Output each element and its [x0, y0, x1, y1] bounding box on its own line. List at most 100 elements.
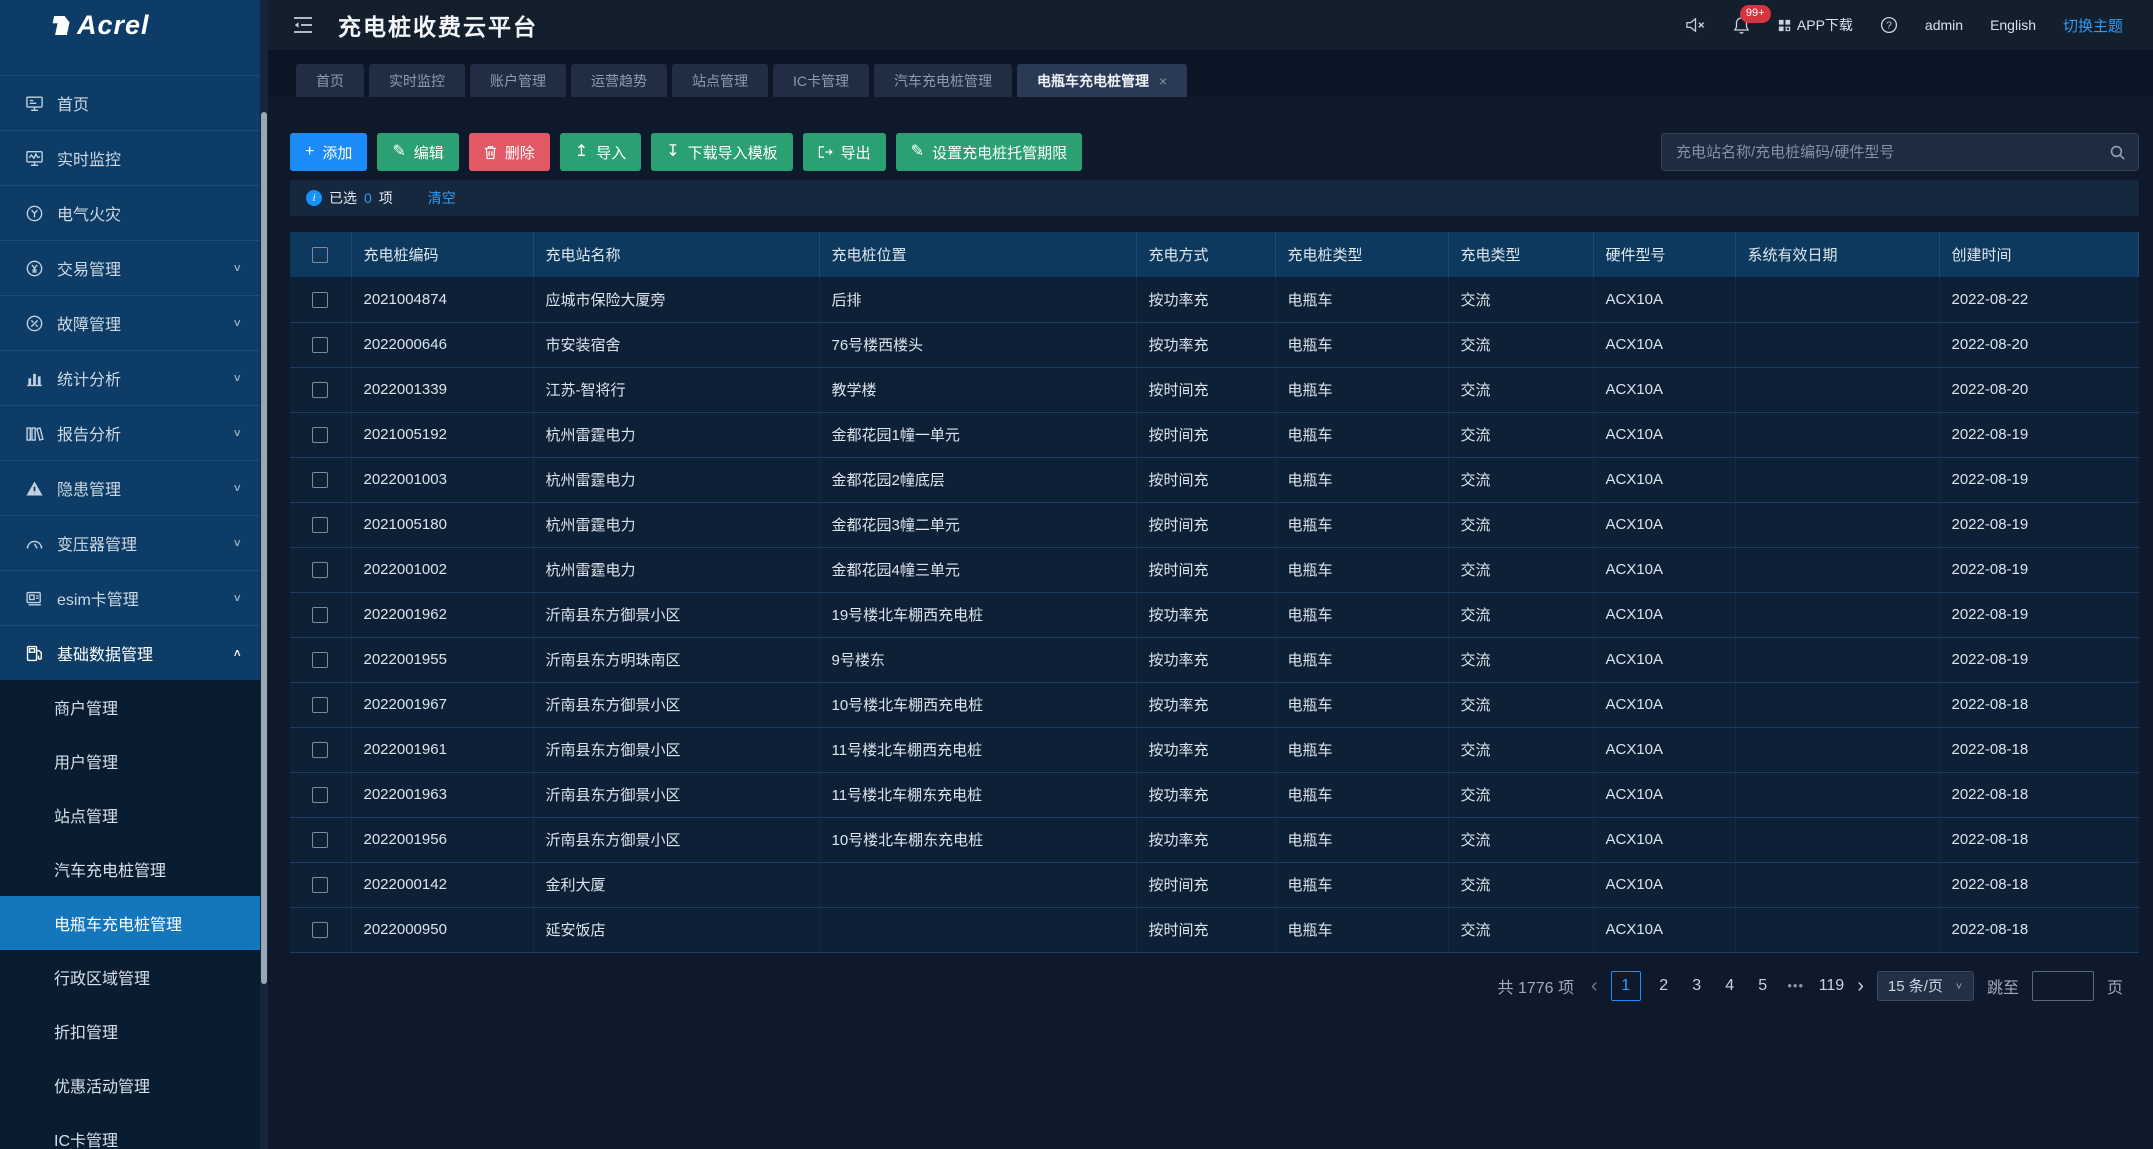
row-checkbox-cell: [290, 772, 351, 817]
table-row[interactable]: 2022001002 杭州雷霆电力 金都花园4幢三单元 按时间充 电瓶车 交流 …: [290, 547, 2139, 592]
sidebar-submenu-item[interactable]: 商户管理: [0, 680, 260, 734]
language-switch[interactable]: English: [1990, 17, 2036, 33]
toolbar-button[interactable]: ↧ 下载导入模板: [651, 133, 792, 171]
table-row[interactable]: 2021004874 应城市保险大厦旁 后排 按功率充 电瓶车 交流 ACX10…: [290, 277, 2139, 322]
page-number[interactable]: •••: [1786, 978, 1806, 993]
notification-bell[interactable]: 99+: [1733, 16, 1750, 34]
row-checkbox[interactable]: [312, 562, 328, 578]
acrel-logo-icon: [50, 16, 71, 35]
table-row[interactable]: 2022001963 沂南县东方御景小区 11号楼北车棚东充电桩 按功率充 电瓶…: [290, 772, 2139, 817]
table-row[interactable]: 2022001003 杭州雷霆电力 金都花园2幢底层 按时间充 电瓶车 交流 A…: [290, 457, 2139, 502]
table-row[interactable]: 2022000646 市安装宿舍 76号楼西楼头 按功率充 电瓶车 交流 ACX…: [290, 322, 2139, 367]
page-number[interactable]: 5: [1753, 977, 1773, 995]
page-size-select[interactable]: 15 条/页 ∨: [1877, 971, 1974, 1001]
row-checkbox[interactable]: [312, 427, 328, 443]
row-checkbox[interactable]: [312, 922, 328, 938]
table-row[interactable]: 2022000142 金利大厦 按时间充 电瓶车 交流 ACX10A 2022-…: [290, 862, 2139, 907]
username[interactable]: admin: [1925, 17, 1963, 33]
sidebar-menu-item[interactable]: esim卡管理 ∨: [0, 570, 260, 625]
sidebar-submenu-item[interactable]: 折扣管理: [0, 1004, 260, 1058]
sidebar-submenu-item[interactable]: 电瓶车充电桩管理: [0, 896, 260, 950]
page-number[interactable]: 4: [1720, 977, 1740, 995]
app-download-link[interactable]: APP下载: [1777, 15, 1853, 35]
sidebar-submenu-item[interactable]: 汽车充电桩管理: [0, 842, 260, 896]
sidebar-submenu-label: 折扣管理: [54, 1019, 118, 1043]
toolbar-button[interactable]: ✎ 编辑: [377, 133, 458, 171]
page-number[interactable]: 3: [1687, 977, 1707, 995]
table-row[interactable]: 2021005180 杭州雷霆电力 金都花园3幢二单元 按时间充 电瓶车 交流 …: [290, 502, 2139, 547]
row-checkbox[interactable]: [312, 742, 328, 758]
search-icon[interactable]: [2109, 144, 2126, 161]
tab[interactable]: IC卡管理: [773, 64, 869, 97]
jump-page-input[interactable]: [2032, 971, 2094, 1001]
next-page-icon[interactable]: ›: [1857, 976, 1864, 996]
table-row[interactable]: 2022001961 沂南县东方御景小区 11号楼北车棚西充电桩 按功率充 电瓶…: [290, 727, 2139, 772]
tab[interactable]: 运营趋势: [571, 64, 667, 97]
tab[interactable]: 账户管理: [470, 64, 566, 97]
cell-charge-type: 交流: [1448, 547, 1593, 592]
sidebar-scrollbar[interactable]: [260, 0, 268, 1149]
toolbar-button[interactable]: ✎ 设置充电桩托管期限: [896, 133, 1082, 171]
prev-page-icon[interactable]: ‹: [1591, 976, 1598, 996]
sidebar-submenu-item[interactable]: 站点管理: [0, 788, 260, 842]
sidebar-submenu-item[interactable]: 优惠活动管理: [0, 1058, 260, 1112]
toolbar-button[interactable]: 导出: [803, 133, 886, 171]
theme-switch-link[interactable]: 切换主题: [2063, 15, 2123, 36]
toolbar-button-label: 添加: [322, 142, 352, 163]
sidebar-scrollbar-thumb[interactable]: [261, 112, 267, 984]
sidebar-menu-item[interactable]: 实时监控: [0, 130, 260, 185]
menu-fold-icon[interactable]: [292, 15, 314, 35]
sidebar-menu-item[interactable]: 电气火灾: [0, 185, 260, 240]
cell-charge-type: 交流: [1448, 592, 1593, 637]
tab[interactable]: 电瓶车充电桩管理 ×: [1017, 64, 1187, 97]
row-checkbox[interactable]: [312, 292, 328, 308]
table-row[interactable]: 2022000950 延安饭店 按时间充 电瓶车 交流 ACX10A 2022-…: [290, 907, 2139, 952]
page-number[interactable]: 119: [1819, 977, 1845, 995]
column-header: 创建时间: [1939, 232, 2139, 277]
row-checkbox[interactable]: [312, 652, 328, 668]
row-checkbox[interactable]: [312, 832, 328, 848]
tab[interactable]: 首页: [296, 64, 364, 97]
sidebar-menu-item[interactable]: 首页: [0, 75, 260, 130]
sidebar-menu-item[interactable]: 故障管理 ∨: [0, 295, 260, 350]
sidebar-menu-item[interactable]: 变压器管理 ∨: [0, 515, 260, 570]
tab[interactable]: 汽车充电桩管理: [874, 64, 1012, 97]
table-row[interactable]: 2022001955 沂南县东方明珠南区 9号楼东 按功率充 电瓶车 交流 AC…: [290, 637, 2139, 682]
table-row[interactable]: 2022001967 沂南县东方御景小区 10号楼北车棚西充电桩 按功率充 电瓶…: [290, 682, 2139, 727]
page-number[interactable]: 1: [1611, 971, 1641, 1001]
table-row[interactable]: 2022001956 沂南县东方御景小区 10号楼北车棚东充电桩 按功率充 电瓶…: [290, 817, 2139, 862]
toolbar-button[interactable]: 删除: [469, 133, 550, 171]
sidebar-menu-item[interactable]: 隐患管理 ∨: [0, 460, 260, 515]
sidebar-menu-item[interactable]: 报告分析 ∨: [0, 405, 260, 460]
page-number[interactable]: 2: [1654, 977, 1674, 995]
row-checkbox[interactable]: [312, 382, 328, 398]
clear-selection-link[interactable]: 清空: [428, 188, 456, 208]
search-input[interactable]: [1674, 143, 2109, 162]
tab[interactable]: 实时监控: [369, 64, 465, 97]
toolbar-button[interactable]: + 添加: [290, 133, 367, 171]
table-row[interactable]: 2022001962 沂南县东方御景小区 19号楼北车棚西充电桩 按功率充 电瓶…: [290, 592, 2139, 637]
help-icon[interactable]: ?: [1880, 16, 1898, 34]
sidebar-submenu-item[interactable]: 行政区域管理: [0, 950, 260, 1004]
sidebar-submenu-item[interactable]: IC卡管理: [0, 1112, 260, 1149]
tab-close-icon[interactable]: ×: [1159, 73, 1167, 89]
mute-icon[interactable]: [1685, 17, 1706, 33]
column-header: 充电站名称: [533, 232, 819, 277]
row-checkbox[interactable]: [312, 472, 328, 488]
row-checkbox[interactable]: [312, 607, 328, 623]
cell-charge-type: 交流: [1448, 637, 1593, 682]
sidebar-menu-item[interactable]: 交易管理 ∨: [0, 240, 260, 295]
row-checkbox[interactable]: [312, 517, 328, 533]
row-checkbox[interactable]: [312, 877, 328, 893]
row-checkbox[interactable]: [312, 787, 328, 803]
sidebar-menu-item[interactable]: 基础数据管理 ∧: [0, 625, 260, 680]
sidebar-submenu-item[interactable]: 用户管理: [0, 734, 260, 788]
row-checkbox[interactable]: [312, 337, 328, 353]
sidebar-menu-item[interactable]: 统计分析 ∨: [0, 350, 260, 405]
toolbar-button[interactable]: ↥ 导入: [560, 133, 641, 171]
table-row[interactable]: 2021005192 杭州雷霆电力 金都花园1幢一单元 按时间充 电瓶车 交流 …: [290, 412, 2139, 457]
select-all-checkbox[interactable]: [312, 247, 328, 263]
row-checkbox[interactable]: [312, 697, 328, 713]
table-row[interactable]: 2022001339 江苏-智将行 教学楼 按时间充 电瓶车 交流 ACX10A…: [290, 367, 2139, 412]
tab[interactable]: 站点管理: [672, 64, 768, 97]
